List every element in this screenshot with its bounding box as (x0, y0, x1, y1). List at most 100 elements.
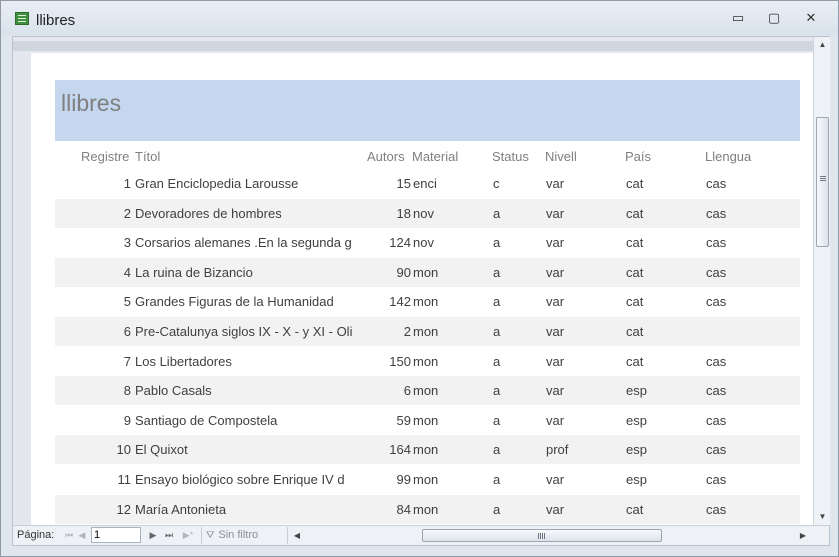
window-title: llibres (36, 12, 76, 29)
cell-nivell: var (546, 205, 565, 221)
cell-pais: esp (626, 383, 647, 399)
cell-nivell: var (546, 176, 565, 191)
cell-autors: 18 (396, 205, 411, 221)
next-page-icon[interactable]: ▶ (147, 528, 159, 543)
table-row[interactable]: 8 Pablo Casals 6 mon a var esp cas (55, 376, 800, 406)
minimize-button[interactable]: ▭ (725, 9, 751, 29)
col-header-status: Status (492, 149, 529, 164)
table-row[interactable]: 5 Grandes Figuras de la Humanidad 142 mon a v… (55, 287, 800, 316)
cell-autors: 2 (403, 324, 411, 339)
report-window: llibres ▭ ▢ ✕ llibres Registre Títol Aut… (0, 0, 839, 557)
cell-autors: 124 (389, 235, 411, 251)
cell-nivell: var (546, 383, 565, 399)
vertical-scroll-thumb[interactable] (816, 117, 829, 247)
report-title: llibres (61, 90, 122, 116)
cell-status: c (493, 176, 500, 191)
col-header-pais: País (625, 149, 652, 164)
table-row[interactable]: 11 Ensayo biológico sobre Enrique IV d 99 m… (55, 465, 800, 494)
cell-titol: Corsarios alemanes .En la segunda g (135, 235, 352, 251)
cell-status: a (493, 264, 501, 280)
cell-material: mon (413, 472, 439, 487)
cell-status: a (493, 235, 501, 251)
cell-nivell: var (546, 353, 565, 369)
cell-llengua: cas (706, 472, 727, 487)
cell-nivell: var (546, 501, 565, 517)
cell-autors: 99 (396, 472, 411, 487)
scroll-up-icon[interactable]: ▲ (814, 37, 831, 53)
scroll-left-icon[interactable]: ◀ (290, 527, 304, 544)
cell-material: mon (413, 412, 439, 428)
cell-titol: Grandes Figuras de la Humanidad (135, 294, 334, 310)
cell-pais: esp (626, 472, 647, 487)
cell-material: mon (413, 353, 439, 369)
cell-titol: El Quixot (135, 442, 188, 458)
cell-llengua: cas (706, 501, 727, 517)
cell-registre: 1 (123, 176, 131, 191)
table-row[interactable]: 4 La ruina de Bizancio 90 mon a var cat cas (55, 257, 800, 287)
table-row[interactable]: 2 Devoradores de hombres 18 nov a var cat cas (55, 198, 800, 228)
table-row[interactable]: 6 Pre-Catalunya siglos IX - X - y XI - Ol… (55, 317, 800, 346)
cell-status: a (493, 324, 501, 339)
vertical-scrollbar[interactable]: ▲ ▼ (813, 37, 830, 525)
cell-titol: Santiago de Compostela (135, 412, 278, 428)
cell-registre: 10 (116, 442, 131, 458)
restore-button[interactable]: ▢ (761, 9, 787, 29)
cell-pais: cat (626, 235, 644, 251)
canvas-strip (13, 41, 813, 51)
report-canvas: llibres Registre Títol Autors Material S… (13, 37, 813, 525)
scroll-down-icon[interactable]: ▼ (814, 509, 831, 525)
cell-registre: 11 (117, 472, 132, 487)
cell-nivell: var (546, 235, 565, 251)
report-header: llibres (55, 80, 800, 141)
col-header-registre: Registre (81, 149, 130, 164)
page-label: Página: (17, 529, 55, 541)
table-row[interactable]: 3 Corsarios alemanes .En la segunda g 124 n… (55, 228, 800, 257)
prev-page-icon[interactable]: ◀ (76, 528, 88, 543)
cell-nivell: var (546, 294, 565, 310)
cell-llengua: cas (706, 383, 727, 399)
page-number-input[interactable] (91, 527, 141, 543)
cell-registre: 8 (123, 383, 131, 399)
cell-nivell: var (546, 412, 565, 428)
cell-registre: 5 (123, 294, 131, 310)
cell-material: mon (413, 294, 439, 310)
scroll-right-icon[interactable]: ▶ (796, 527, 810, 544)
table-row[interactable]: 12 María Antonieta 84 mon a var cat cas (55, 494, 800, 524)
first-page-icon[interactable]: ⏮ (63, 528, 75, 543)
close-button[interactable]: ✕ (798, 9, 824, 29)
cell-registre: 6 (123, 324, 131, 339)
cell-titol: María Antonieta (135, 501, 227, 517)
cell-registre: 4 (123, 264, 131, 280)
cell-pais: cat (626, 176, 644, 191)
new-record-icon[interactable]: ▶* (179, 528, 197, 543)
cell-autors: 15 (396, 176, 411, 191)
title-bar[interactable]: llibres ▭ ▢ ✕ (1, 1, 838, 35)
cell-pais: cat (626, 264, 644, 280)
cell-pais: esp (626, 442, 647, 458)
filter-button[interactable]: ⛛ Sin filtro (201, 527, 279, 544)
table-row[interactable]: 7 Los Libertadores 150 mon a var cat cas (55, 347, 800, 376)
cell-autors: 150 (389, 353, 411, 369)
cell-status: a (493, 383, 501, 399)
cell-registre: 3 (123, 235, 131, 251)
cell-registre: 12 (116, 501, 131, 517)
table-row[interactable]: 9 Santiago de Compostela 59 mon a var esp cas (55, 406, 800, 435)
cell-status: a (493, 205, 501, 221)
table-row[interactable]: 1 Gran Enciclopedia Larousse 15 enci c var ca… (55, 169, 800, 198)
horizontal-scroll-thumb[interactable] (422, 529, 662, 542)
last-page-icon[interactable]: ⏭ (163, 528, 175, 543)
cell-pais: cat (626, 205, 644, 221)
cell-titol: Gran Enciclopedia Larousse (135, 176, 299, 191)
horizontal-scrollbar[interactable]: ◀ ▶ (287, 527, 815, 544)
cell-material: nov (413, 235, 434, 251)
cell-pais: cat (626, 324, 644, 339)
cell-material: mon (413, 383, 439, 399)
cell-autors: 6 (403, 383, 411, 399)
cell-registre: 2 (123, 205, 131, 221)
cell-status: a (493, 412, 501, 428)
col-header-autors: Autors (367, 149, 405, 164)
col-header-nivell: Nivell (545, 149, 577, 164)
cell-nivell: var (546, 324, 565, 339)
filter-icon: ⛛ (206, 530, 215, 541)
table-row[interactable]: 10 El Quixot 164 mon a prof esp cas (55, 435, 800, 465)
